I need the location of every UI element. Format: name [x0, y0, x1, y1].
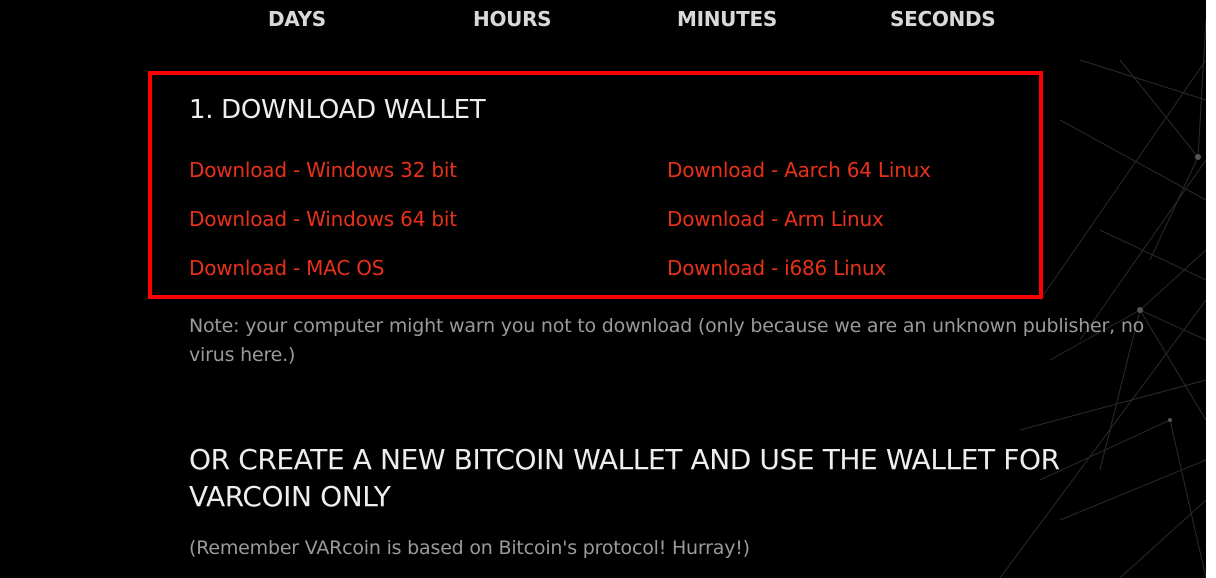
page-content: DAYS HOURS MINUTES SECONDS 1. DOWNLOAD W…: [0, 0, 1206, 578]
countdown-hours-label: HOURS: [473, 7, 552, 31]
download-i686-linux-link[interactable]: Download - i686 Linux: [667, 256, 886, 280]
download-wallet-title: 1. DOWNLOAD WALLET: [189, 95, 486, 125]
countdown-seconds-label: SECONDS: [890, 7, 996, 31]
download-windows-32-link[interactable]: Download - Windows 32 bit: [189, 158, 457, 182]
viewport: DAYS HOURS MINUTES SECONDS 1. DOWNLOAD W…: [0, 0, 1216, 578]
download-arm-linux-link[interactable]: Download - Arm Linux: [667, 207, 884, 231]
countdown-minutes-label: MINUTES: [677, 7, 777, 31]
download-aarch64-linux-link[interactable]: Download - Aarch 64 Linux: [667, 158, 931, 182]
create-wallet-heading: OR CREATE A NEW BITCOIN WALLET AND USE T…: [189, 443, 1060, 513]
download-macos-link[interactable]: Download - MAC OS: [189, 256, 384, 280]
countdown-days-label: DAYS: [268, 7, 326, 31]
countdown-labels: DAYS HOURS MINUTES SECONDS: [0, 7, 1206, 33]
download-windows-64-link[interactable]: Download - Windows 64 bit: [189, 207, 457, 231]
create-wallet-subtext: (Remember VARcoin is based on Bitcoin's …: [189, 537, 750, 559]
download-warning-note: Note: your computer might warn you not t…: [189, 315, 1145, 366]
